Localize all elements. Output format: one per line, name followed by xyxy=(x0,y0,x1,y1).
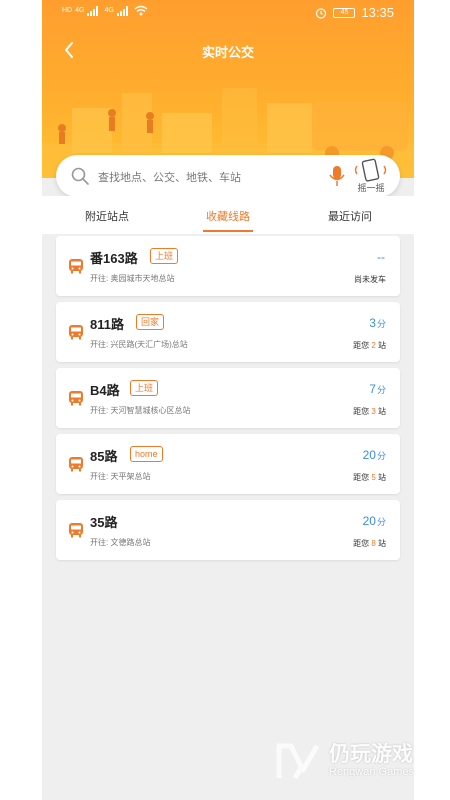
search-input[interactable]: 查找地点、公交、地铁、车站 xyxy=(98,169,241,185)
stops-prefix: 距您 xyxy=(353,473,372,482)
route-name: B4路 xyxy=(90,383,120,398)
eta: 20分 xyxy=(363,514,386,528)
eta-unit: 分 xyxy=(376,451,386,461)
eta-value: 20 xyxy=(362,514,376,528)
hd-indicator: HD xyxy=(62,7,73,14)
rengwan-logo-icon xyxy=(276,743,320,780)
stops-away: 距您 2 站 xyxy=(353,340,386,351)
wifi-icon xyxy=(134,5,148,16)
route-direction: 开往: 文德路总站 xyxy=(90,538,151,547)
bus-icon xyxy=(69,325,83,340)
eta: -- xyxy=(377,250,386,264)
route-tag: 上班 xyxy=(130,380,159,396)
active-tab-indicator xyxy=(203,230,253,232)
route-tag: home xyxy=(130,446,163,462)
tab-favorite-routes[interactable]: 收藏线路 xyxy=(178,208,278,224)
eta-value: -- xyxy=(377,250,385,264)
route-name: 35路 xyxy=(90,515,118,530)
network-4g-indicator-2: 4G xyxy=(104,7,114,14)
route-name: 85路 xyxy=(90,449,118,464)
stops-suffix: 站 xyxy=(375,473,386,482)
signal-indicators: HD 4G 4G xyxy=(62,5,148,16)
stops-suffix: 站 xyxy=(375,407,386,416)
route-direction: 开往: 奥园城市天地总站 xyxy=(90,274,175,283)
route-card[interactable]: 35路 开往: 文德路总站 20分 距您 8 站 xyxy=(56,500,400,560)
tab-nearby-stations[interactable]: 附近站点 xyxy=(57,208,157,224)
bus-icon xyxy=(69,259,83,274)
status-right: 45 13:35 xyxy=(315,5,394,20)
route-status: 尚未发车 xyxy=(354,275,386,284)
microphone-icon[interactable] xyxy=(328,165,346,187)
header-banner xyxy=(42,0,414,178)
route-name: 番163路 xyxy=(90,251,138,266)
battery-icon: 45 xyxy=(333,7,356,18)
route-tag: 上班 xyxy=(150,248,179,264)
route-card[interactable]: 85路 home 开往: 天平架总站 20分 距您 5 站 xyxy=(56,434,400,494)
eta: 3分 xyxy=(369,316,386,330)
eta-unit: 分 xyxy=(376,517,386,527)
watermark-text: 仍玩游戏 xyxy=(329,743,413,766)
app-screen: HD 4G 4G 45 13:35 实时公交 查找地点、公交、地铁、车站 摇一摇… xyxy=(42,0,414,800)
bus-icon xyxy=(69,523,83,538)
eta-unit: 分 xyxy=(376,319,386,329)
route-tag: 回家 xyxy=(136,314,165,330)
stops-away: 距您 3 站 xyxy=(353,406,386,417)
stops-prefix: 距您 xyxy=(353,407,372,416)
watermark: 仍玩游戏 Rengwan Games xyxy=(273,738,433,788)
search-icon xyxy=(71,167,89,185)
alarm-icon xyxy=(316,7,327,19)
signal-icon xyxy=(87,5,99,16)
clock: 13:35 xyxy=(361,5,394,20)
stops-away: 距您 8 站 xyxy=(353,538,386,549)
tab-recent-visits[interactable]: 最近访问 xyxy=(300,208,400,224)
eta: 7分 xyxy=(369,382,386,396)
navbar: 实时公交 xyxy=(42,34,414,66)
search-bar[interactable]: 查找地点、公交、地铁、车站 摇一摇 xyxy=(56,155,400,197)
shake-button[interactable]: 摇一摇 xyxy=(348,158,394,194)
route-name: 811路 xyxy=(90,317,124,332)
watermark-subtext: Rengwan Games xyxy=(329,766,414,778)
eta-value: 3 xyxy=(369,316,376,330)
network-4g-indicator: 4G xyxy=(75,7,85,14)
page-title: 实时公交 xyxy=(201,45,254,60)
route-card[interactable]: 811路 回家 开往: 兴民路(天汇广场)总站 3分 距您 2 站 xyxy=(56,302,400,362)
signal-icon-2 xyxy=(116,5,128,16)
route-direction: 开往: 天河智慧城核心区总站 xyxy=(90,406,191,415)
bus-icon xyxy=(69,457,83,472)
bus-icon xyxy=(69,391,83,406)
route-direction: 开往: 兴民路(天汇广场)总站 xyxy=(90,340,188,349)
route-card[interactable]: B4路 上班 开往: 天河智慧城核心区总站 7分 距您 3 站 xyxy=(56,368,400,428)
eta: 20分 xyxy=(363,448,386,462)
stops-prefix: 距您 xyxy=(353,341,372,350)
eta-value: 20 xyxy=(362,448,376,462)
stops-away: 距您 5 站 xyxy=(353,472,386,483)
eta-unit: 分 xyxy=(376,385,386,395)
tab-bar: 附近站点 收藏线路 最近访问 xyxy=(42,196,414,234)
phone-shake-icon xyxy=(354,158,387,182)
stops-prefix: 距您 xyxy=(353,539,372,548)
eta-value: 7 xyxy=(369,382,376,396)
route-card[interactable]: 番163路 上班 开往: 奥园城市天地总站 -- 尚未发车 xyxy=(56,236,400,296)
stops-suffix: 站 xyxy=(375,341,386,350)
stops-suffix: 站 xyxy=(375,539,386,548)
shake-label: 摇一摇 xyxy=(357,183,385,193)
status-bar: HD 4G 4G 45 13:35 xyxy=(42,0,414,26)
route-direction: 开往: 天平架总站 xyxy=(90,472,151,481)
